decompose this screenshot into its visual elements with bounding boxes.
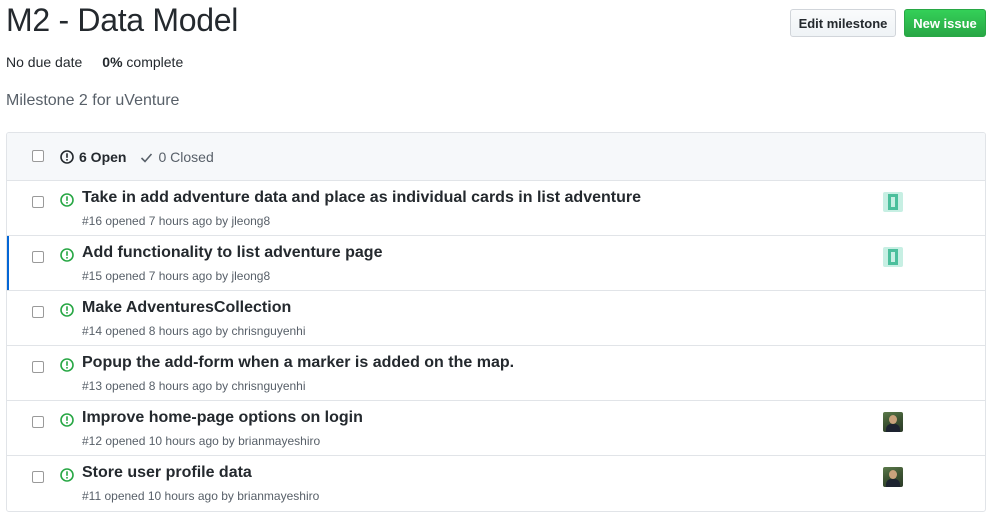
edit-milestone-button[interactable]: Edit milestone	[790, 9, 896, 37]
progress-percent: 0%	[102, 54, 123, 70]
issue-rows: Take in add adventure data and place as …	[7, 181, 985, 511]
issue-opened-icon	[60, 468, 74, 482]
assignee-avatar[interactable]	[883, 412, 903, 432]
issue-title[interactable]: Take in add adventure data and place as …	[82, 189, 641, 207]
due-date: No due date	[6, 54, 83, 70]
issue-row[interactable]: Take in add adventure data and place as …	[7, 181, 985, 236]
new-issue-button[interactable]: New issue	[904, 9, 986, 37]
issue-row[interactable]: Make AdventuresCollection #14 opened 8 ho…	[7, 291, 985, 346]
closed-filter[interactable]: 0 Closed	[140, 149, 214, 165]
issue-meta: #12 opened 10 hours ago by brianmayeshir…	[82, 434, 321, 448]
issue-checkbox[interactable]	[32, 306, 44, 318]
issue-meta: #13 opened 8 hours ago by chrisnguyenhi	[82, 379, 306, 393]
progress-label: complete	[122, 54, 184, 70]
select-all-checkbox[interactable]	[32, 150, 44, 162]
issue-title[interactable]: Popup the add-form when a marker is adde…	[82, 354, 514, 372]
issues-list-header: 6 Open 0 Closed	[7, 133, 985, 181]
issue-row[interactable]: Add functionality to list adventure page…	[7, 236, 985, 291]
issue-opened-icon	[60, 150, 74, 164]
issue-checkbox[interactable]	[32, 251, 44, 263]
issue-opened-icon	[60, 413, 74, 427]
issue-row[interactable]: Store user profile data #11 opened 10 hou…	[7, 456, 985, 511]
issue-checkbox[interactable]	[32, 361, 44, 373]
closed-count: 0 Closed	[158, 149, 214, 165]
issue-meta: #16 opened 7 hours ago by jleong8	[82, 214, 271, 228]
issue-opened-icon	[60, 303, 74, 317]
issue-title[interactable]: Make AdventuresCollection	[82, 299, 291, 317]
issues-list: 6 Open 0 Closed Take in add adventure da…	[6, 132, 986, 512]
issue-opened-icon	[60, 193, 74, 207]
milestone-description: Milestone 2 for uVenture	[6, 92, 180, 109]
assignee-avatar[interactable]	[883, 192, 903, 212]
issue-row[interactable]: Popup the add-form when a marker is adde…	[7, 346, 985, 401]
assignee-avatar[interactable]	[883, 247, 903, 267]
check-icon	[141, 152, 153, 163]
issue-meta: #15 opened 7 hours ago by jleong8	[82, 269, 271, 283]
open-filter[interactable]: 6 Open	[60, 149, 126, 165]
issue-title[interactable]: Store user profile data	[82, 464, 252, 482]
milestone-meta: No due date 0% complete	[6, 54, 183, 70]
issue-opened-icon	[60, 248, 74, 262]
issue-meta: #11 opened 10 hours ago by brianmayeshir…	[82, 489, 320, 503]
issue-checkbox[interactable]	[32, 471, 44, 483]
issue-meta: #14 opened 8 hours ago by chrisnguyenhi	[82, 324, 306, 338]
progress: 0% complete	[102, 54, 183, 70]
issue-opened-icon	[60, 358, 74, 372]
issue-row[interactable]: Improve home-page options on login #12 op…	[7, 401, 985, 456]
milestone-title: M2 - Data Model	[6, 2, 239, 38]
issue-title[interactable]: Improve home-page options on login	[82, 409, 363, 427]
issue-title[interactable]: Add functionality to list adventure page	[82, 244, 382, 262]
open-count: 6 Open	[79, 149, 127, 165]
issue-checkbox[interactable]	[32, 196, 44, 208]
issue-checkbox[interactable]	[32, 416, 44, 428]
assignee-avatar[interactable]	[883, 467, 903, 487]
